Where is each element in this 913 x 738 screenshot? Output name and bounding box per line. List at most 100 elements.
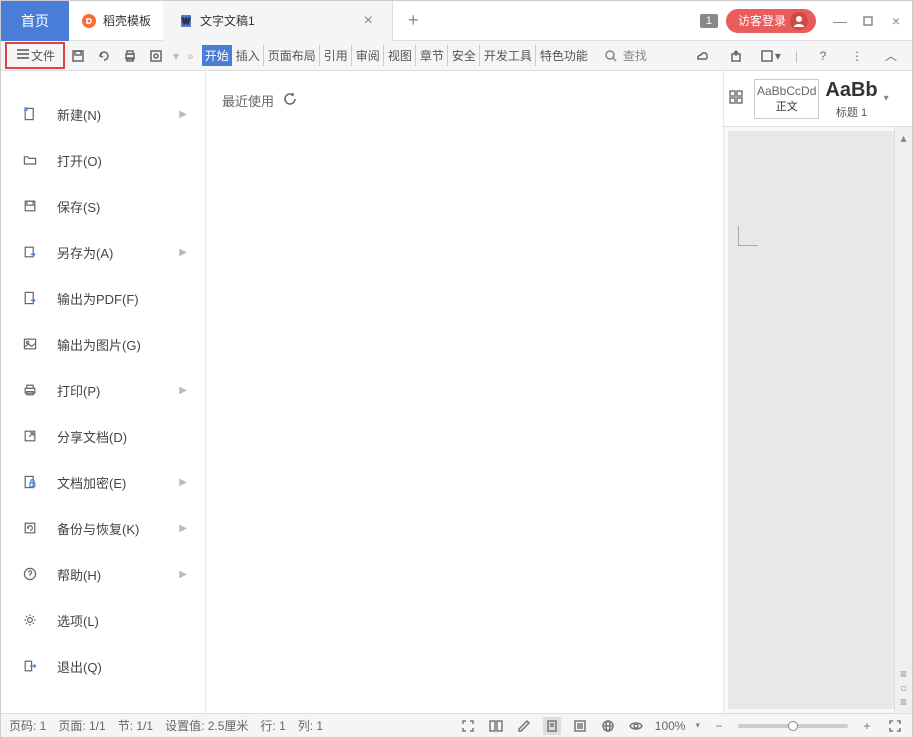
zoom-thumb[interactable] xyxy=(788,721,798,731)
status-section[interactable]: 节: 1/1 xyxy=(118,717,153,734)
status-right: 100%▾ − + xyxy=(459,717,904,735)
menu-options[interactable]: 选项(L) xyxy=(1,597,205,643)
share-icon[interactable] xyxy=(725,45,747,67)
scroll-up-icon[interactable]: ▴ xyxy=(900,131,906,145)
new-icon xyxy=(19,103,41,125)
page-view-icon[interactable] xyxy=(543,717,561,735)
zoom-slider[interactable] xyxy=(738,724,848,728)
file-label: 文件 xyxy=(31,47,55,64)
search-box[interactable]: 查找 xyxy=(603,47,647,64)
file-menu-panel: 新建(N)▶ 打开(O) 保存(S) 另存为(A)▶ 输出为PDF(F) 输出为… xyxy=(1,71,206,713)
status-col[interactable]: 列: 1 xyxy=(298,717,323,734)
zoom-in-button[interactable]: + xyxy=(858,717,876,735)
ribbon-tab-security[interactable]: 安全 xyxy=(449,45,480,66)
search-icon xyxy=(603,48,619,64)
ribbon-tab-devtools[interactable]: 开发工具 xyxy=(481,45,536,66)
menu-image[interactable]: 输出为图片(G) xyxy=(1,321,205,367)
ribbon-tab-view[interactable]: 视图 xyxy=(385,45,416,66)
edit-icon[interactable] xyxy=(515,717,533,735)
menu-share[interactable]: 分享文档(D) xyxy=(1,413,205,459)
grid-icon[interactable] xyxy=(728,89,750,108)
tab-home[interactable]: 首页 xyxy=(1,1,69,41)
nav-icon[interactable]: ○ xyxy=(900,681,907,695)
tab-close-icon[interactable]: × xyxy=(360,12,377,30)
vertical-scrollbar[interactable]: ▴ ≡ ○ ≡ xyxy=(894,127,912,713)
ribbon-tab-review[interactable]: 审阅 xyxy=(353,45,384,66)
lock-icon xyxy=(19,471,41,493)
doc-icon: W xyxy=(178,13,194,29)
login-button[interactable]: 访客登录 xyxy=(726,9,816,33)
status-page[interactable]: 页面: 1/1 xyxy=(58,717,105,734)
backup-icon xyxy=(19,517,41,539)
tab-template[interactable]: 稻壳模板 xyxy=(69,1,163,41)
menu-encrypt[interactable]: 文档加密(E)▶ xyxy=(1,459,205,505)
menu-backup[interactable]: 备份与恢复(K)▶ xyxy=(1,505,205,551)
read-icon[interactable] xyxy=(487,717,505,735)
pdf-icon xyxy=(19,287,41,309)
ribbon-tab-reference[interactable]: 引用 xyxy=(321,45,352,66)
zoom-out-button[interactable]: − xyxy=(710,717,728,735)
menu-print[interactable]: 打印(P)▶ xyxy=(1,367,205,413)
save-icon[interactable] xyxy=(67,45,89,67)
menu-pdf[interactable]: 输出为PDF(F) xyxy=(1,275,205,321)
folder-icon xyxy=(19,149,41,171)
ribbon-tab-layout[interactable]: 页面布局 xyxy=(265,45,320,66)
tab-document[interactable]: W 文字文稿1 × xyxy=(163,1,393,41)
settings-icon[interactable]: ▾ xyxy=(759,45,781,67)
style-heading1[interactable]: AaBb 标题 1 xyxy=(823,77,879,120)
tab-template-label: 稻壳模板 xyxy=(103,12,151,29)
svg-text:W: W xyxy=(182,17,190,26)
ribbon-tab-start[interactable]: 开始 xyxy=(202,45,232,66)
collapse-icon[interactable]: ︿ xyxy=(880,45,902,67)
refresh-icon[interactable] xyxy=(282,91,298,110)
undo-icon[interactable] xyxy=(93,45,115,67)
chevron-right-icon: ▶ xyxy=(179,247,187,258)
chevron-right-icon: ▶ xyxy=(179,109,187,120)
cloud-icon[interactable] xyxy=(691,45,713,67)
page-down-icon[interactable]: ≡ xyxy=(900,695,907,709)
page-corner xyxy=(738,226,758,246)
menu-icon[interactable]: ⋮ xyxy=(846,45,868,67)
menu-save[interactable]: 保存(S) xyxy=(1,183,205,229)
chevron-right-icon: ▶ xyxy=(179,523,187,534)
web-icon[interactable] xyxy=(599,717,617,735)
print-icon xyxy=(19,379,41,401)
preview-icon[interactable] xyxy=(145,45,167,67)
saveas-icon xyxy=(19,241,41,263)
avatar-icon xyxy=(790,12,808,30)
menu-exit[interactable]: 退出(Q) xyxy=(1,643,205,689)
close-button[interactable]: × xyxy=(884,9,908,33)
status-setting[interactable]: 设置值: 2.5厘米 xyxy=(165,717,248,734)
style-gallery: AaBbCcDd 正文 AaBb 标题 1 ▾ xyxy=(724,71,912,127)
menu-new[interactable]: 新建(N)▶ xyxy=(1,91,205,137)
status-bar: 页码: 1 页面: 1/1 节: 1/1 设置值: 2.5厘米 行: 1 列: … xyxy=(1,713,912,737)
ribbon-tab-features[interactable]: 特色功能 xyxy=(537,45,591,66)
more-icon[interactable]: » xyxy=(187,49,194,63)
document-preview xyxy=(728,131,894,709)
fit-icon[interactable] xyxy=(886,717,904,735)
outline-icon[interactable] xyxy=(571,717,589,735)
menu-help[interactable]: 帮助(H)▶ xyxy=(1,551,205,597)
image-icon xyxy=(19,333,41,355)
status-pagenum[interactable]: 页码: 1 xyxy=(9,717,46,734)
ribbon-tab-insert[interactable]: 插入 xyxy=(233,45,264,66)
menu-open[interactable]: 打开(O) xyxy=(1,137,205,183)
file-menu-button[interactable]: 文件 xyxy=(5,42,65,69)
ribbon-tab-chapter[interactable]: 章节 xyxy=(417,45,448,66)
page-up-icon[interactable]: ≡ xyxy=(900,667,907,681)
print-icon[interactable] xyxy=(119,45,141,67)
content-area: 新建(N)▶ 打开(O) 保存(S) 另存为(A)▶ 输出为PDF(F) 输出为… xyxy=(1,71,912,713)
help-icon[interactable]: ? xyxy=(812,45,834,67)
menu-saveas[interactable]: 另存为(A)▶ xyxy=(1,229,205,275)
maximize-button[interactable] xyxy=(856,9,880,33)
hamburger-icon xyxy=(15,46,27,65)
tab-add-button[interactable]: + xyxy=(393,10,434,31)
style-more-icon[interactable]: ▾ xyxy=(884,93,889,104)
eye-icon[interactable] xyxy=(627,717,645,735)
minimize-button[interactable]: — xyxy=(828,9,852,33)
zoom-value[interactable]: 100% xyxy=(655,719,686,733)
fullscreen-icon[interactable] xyxy=(459,717,477,735)
style-body[interactable]: AaBbCcDd 正文 xyxy=(754,79,819,119)
status-row[interactable]: 行: 1 xyxy=(260,717,285,734)
notification-badge[interactable]: 1 xyxy=(700,14,718,28)
